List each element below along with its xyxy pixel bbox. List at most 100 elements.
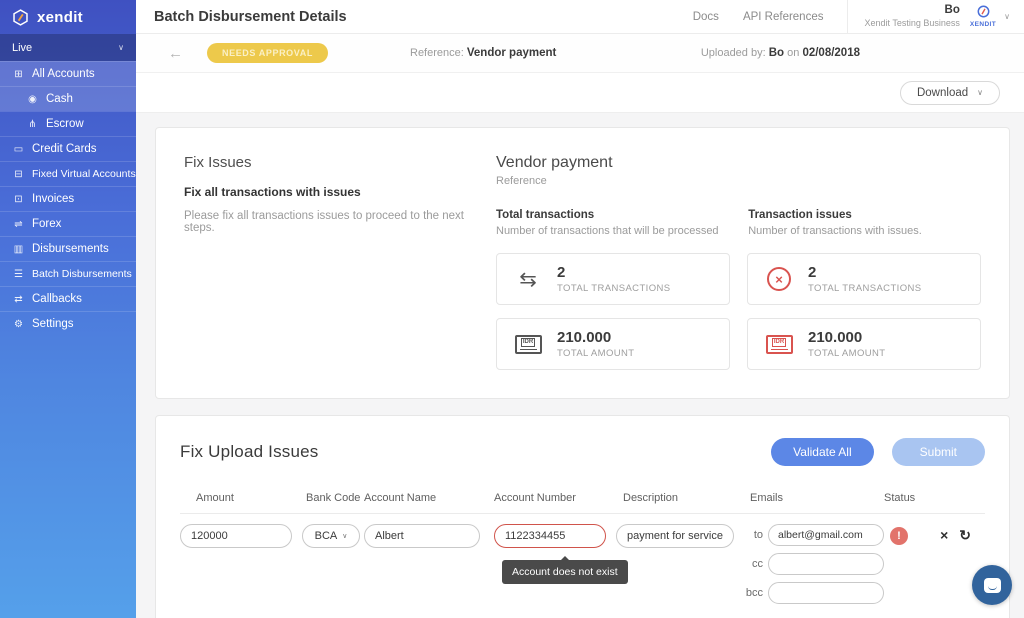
sidebar-item-disbursements[interactable]: ▥ Disbursements	[0, 236, 136, 261]
idr-banknote-icon: IDR	[766, 335, 793, 354]
emails-group: to cc bcc	[744, 524, 884, 604]
sidebar-item-label: Invoices	[32, 193, 74, 205]
environment-selector[interactable]: Live ∨	[0, 34, 136, 61]
chevron-down-icon[interactable]: ∨	[1004, 12, 1010, 21]
table-header: Amount Bank Code Account Name Account Nu…	[180, 492, 985, 514]
error-status-icon: !	[890, 527, 908, 545]
fix-upload-header: Fix Upload Issues Validate All Submit	[180, 438, 985, 466]
email-cc-input[interactable]	[768, 553, 884, 575]
column-header-account-name: Account Name	[364, 492, 494, 504]
logo[interactable]: xendit	[0, 0, 136, 34]
metric-label: TOTAL TRANSACTIONS	[808, 283, 921, 294]
vertical-divider	[847, 0, 848, 34]
stat-description: Number of transactions with issues.	[748, 225, 981, 237]
sidebar-item-all-accounts[interactable]: ⊞ All Accounts	[0, 61, 136, 86]
amount-input[interactable]	[180, 524, 292, 548]
metric-value: 210.000	[557, 329, 634, 348]
environment-label: Live	[12, 42, 32, 54]
sidebar-item-escrow[interactable]: ⋔ Escrow	[0, 111, 136, 136]
fix-upload-issues-card: Fix Upload Issues Validate All Submit Am…	[155, 415, 1010, 618]
sidebar-item-label: Cash	[46, 93, 73, 105]
chat-launcher-button[interactable]	[972, 565, 1012, 605]
retry-row-icon[interactable]: ↻	[959, 528, 971, 542]
metric-total-transactions: ⇆ 2 TOTAL TRANSACTIONS	[496, 253, 730, 305]
sidebar-item-label: Callbacks	[32, 293, 82, 305]
column-header-amount: Amount	[180, 492, 302, 504]
api-references-link[interactable]: API References	[743, 11, 824, 23]
sidebar-item-label: Disbursements	[32, 243, 109, 255]
metric-label: TOTAL AMOUNT	[808, 348, 885, 359]
back-icon[interactable]: ←	[168, 45, 183, 62]
sidebar-item-label: Batch Disbursements	[32, 268, 132, 280]
metric-value: 210.000	[808, 329, 885, 348]
summary-stats-row: Total transactions Number of transaction…	[496, 209, 981, 237]
metric-total-amount: IDR 210.000 TOTAL AMOUNT	[496, 318, 730, 370]
metric-label: TOTAL AMOUNT	[557, 348, 634, 359]
column-header-account-number: Account Number	[494, 492, 616, 504]
sidebar-item-callbacks[interactable]: ⇄ Callbacks	[0, 286, 136, 311]
fix-issues-subtitle: Fix all transactions with issues	[184, 185, 472, 199]
uploaded-by-label: Uploaded by:	[701, 47, 766, 59]
metric-cards: ⇆ 2 TOTAL TRANSACTIONS × 2 TOTAL TRANSAC…	[496, 253, 981, 370]
chevron-down-icon: ∨	[977, 88, 983, 97]
reference-value: Vendor payment	[467, 47, 556, 59]
stat-label: Total transactions	[496, 209, 748, 221]
metric-issue-transactions: × 2 TOTAL TRANSACTIONS	[747, 253, 981, 305]
main-area: Batch Disbursement Details Docs API Refe…	[136, 0, 1024, 618]
all-accounts-icon: ⊞	[12, 69, 25, 80]
chat-icon	[984, 578, 1001, 593]
sidebar-item-credit-cards[interactable]: ▭ Credit Cards	[0, 136, 136, 161]
download-button[interactable]: Download ∨	[900, 81, 1000, 105]
user-business: Xendit Testing Business	[864, 18, 959, 29]
sidebar-item-label: All Accounts	[32, 68, 95, 80]
fix-issues-card: Fix Issues Fix all transactions with iss…	[155, 127, 1010, 399]
bank-code-select[interactable]: BCA ∨	[302, 524, 360, 548]
email-bcc-input[interactable]	[768, 582, 884, 604]
fix-issues-intro: Fix Issues Fix all transactions with iss…	[184, 154, 496, 372]
top-bar: Batch Disbursement Details Docs API Refe…	[136, 0, 1024, 34]
bank-code-value: BCA	[315, 530, 338, 542]
xendit-logo-icon	[12, 9, 29, 26]
error-cross-circle-icon: ×	[767, 267, 791, 291]
docs-link[interactable]: Docs	[693, 11, 719, 23]
batch-disbursements-icon: ☰	[12, 269, 25, 280]
transaction-issues-stat: Transaction issues Number of transaction…	[748, 209, 981, 237]
description-input[interactable]	[616, 524, 734, 548]
account-name-input[interactable]	[364, 524, 480, 548]
fix-issues-title: Fix Issues	[184, 154, 472, 171]
submit-button[interactable]: Submit	[892, 438, 985, 466]
stat-label: Transaction issues	[748, 209, 981, 221]
brand-text: XENDIT	[970, 22, 996, 29]
brand-block[interactable]: XENDIT	[970, 5, 996, 29]
disbursements-icon: ▥	[12, 244, 25, 255]
validate-all-button[interactable]: Validate All	[771, 438, 873, 466]
account-number-input[interactable]	[494, 524, 606, 548]
sidebar: xendit Live ∨ ⊞ All Accounts ◉ Cash ⋔ Es…	[0, 0, 136, 618]
row-actions: × ↻	[924, 528, 985, 542]
column-header-description: Description	[616, 492, 744, 504]
fix-issues-description: Please fix all transactions issues to pr…	[184, 210, 472, 234]
sidebar-item-batch-disbursements[interactable]: ☰ Batch Disbursements	[0, 261, 136, 286]
sidebar-item-label: Settings	[32, 318, 74, 330]
metric-value: 2	[557, 264, 670, 283]
remove-row-icon[interactable]: ×	[940, 528, 948, 542]
page-title: Batch Disbursement Details	[154, 9, 693, 25]
user-menu[interactable]: Bo Xendit Testing Business	[864, 4, 959, 29]
metric-value: 2	[808, 264, 921, 283]
sidebar-item-label: Fixed Virtual Accounts	[32, 168, 136, 180]
stat-description: Number of transactions that will be proc…	[496, 225, 748, 237]
invoices-icon: ⊡	[12, 194, 25, 205]
sidebar-item-forex[interactable]: ⇌ Forex	[0, 211, 136, 236]
page-content: Fix Issues Fix all transactions with iss…	[136, 113, 1024, 618]
table-row: BCA ∨ Account does not exist to	[180, 514, 985, 604]
actions-band: Download ∨	[136, 73, 1024, 113]
sidebar-item-invoices[interactable]: ⊡ Invoices	[0, 186, 136, 211]
bcc-label: bcc	[744, 587, 763, 599]
sidebar-item-cash[interactable]: ◉ Cash	[0, 86, 136, 111]
email-to-input[interactable]	[768, 524, 884, 546]
chevron-down-icon: ∨	[118, 43, 124, 52]
status-badge: NEEDS APPROVAL	[207, 43, 328, 63]
sidebar-item-fixed-virtual-accounts[interactable]: ⊟ Fixed Virtual Accounts	[0, 161, 136, 186]
sidebar-item-settings[interactable]: ⚙ Settings	[0, 311, 136, 336]
column-header-emails: Emails	[744, 492, 884, 504]
